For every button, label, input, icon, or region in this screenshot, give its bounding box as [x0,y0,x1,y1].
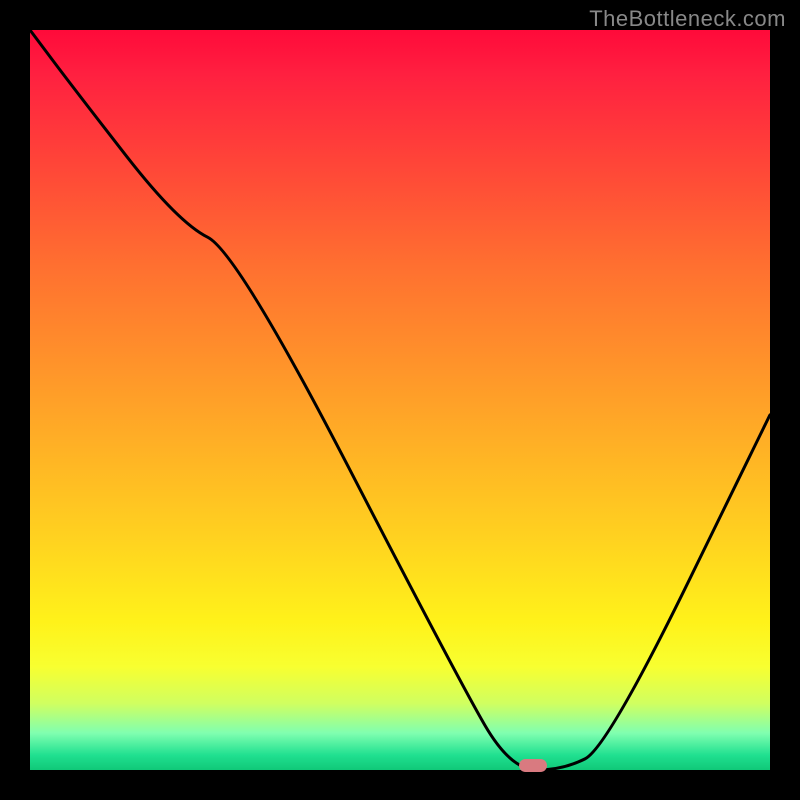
chart-plot-area [30,30,770,770]
optimal-marker [519,759,547,772]
watermark-text: TheBottleneck.com [589,6,786,32]
bottleneck-curve [30,30,770,770]
